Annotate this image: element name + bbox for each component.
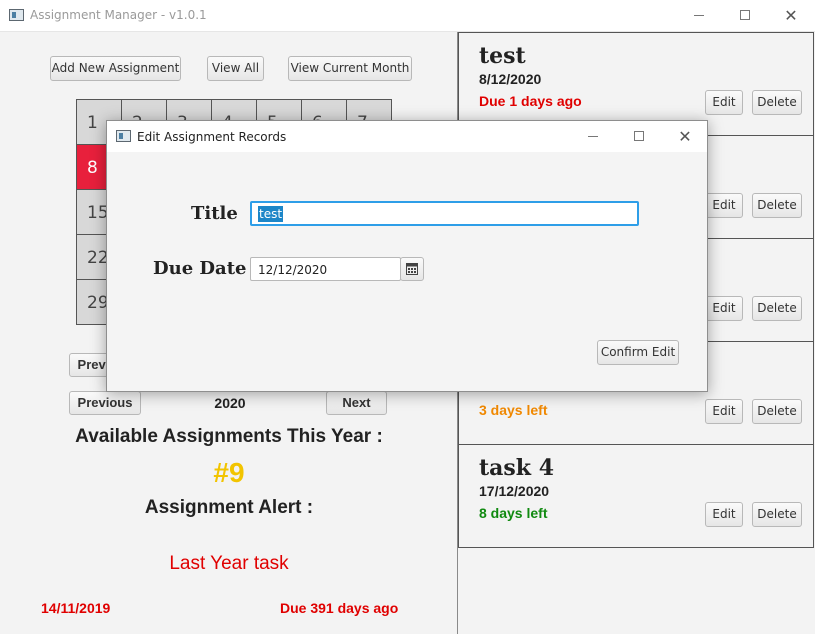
app-icon bbox=[9, 9, 24, 21]
assignment-count: #9 bbox=[213, 457, 245, 488]
view-current-month-button[interactable]: View Current Month bbox=[288, 56, 412, 81]
view-all-button[interactable]: View All bbox=[207, 56, 264, 81]
due-date-label: Due Date bbox=[153, 258, 247, 279]
add-assignment-button[interactable]: Add New Assignment bbox=[50, 56, 181, 81]
minimize-icon bbox=[588, 135, 598, 137]
title-input[interactable]: test bbox=[250, 201, 639, 226]
alert-title: Last Year task bbox=[169, 553, 289, 574]
window-title: Assignment Manager - v1.0.1 bbox=[30, 8, 207, 22]
alert-status: Due 391 days ago bbox=[280, 600, 399, 616]
delete-button[interactable]: Delete bbox=[752, 399, 802, 424]
year-label: 2020 bbox=[214, 395, 246, 411]
assignment-date: 17/12/2020 bbox=[479, 483, 550, 499]
dialog-titlebar: Edit Assignment Records ✕ bbox=[107, 121, 707, 152]
window-titlebar: Assignment Manager - v1.0.1 ✕ bbox=[0, 0, 815, 32]
delete-button[interactable]: Delete bbox=[752, 193, 802, 218]
edit-dialog: Edit Assignment Records ✕ Title test Due… bbox=[106, 120, 708, 392]
assignment-status: Due 1 days ago bbox=[479, 93, 582, 109]
title-label: Title bbox=[191, 203, 238, 224]
assignment-title: task 4 bbox=[479, 455, 555, 481]
minimize-button[interactable] bbox=[676, 0, 722, 32]
close-button[interactable]: ✕ bbox=[768, 0, 814, 32]
date-picker-button[interactable] bbox=[400, 257, 424, 281]
close-icon: ✕ bbox=[784, 6, 798, 25]
edit-button[interactable]: Edit bbox=[705, 399, 743, 424]
delete-button[interactable]: Delete bbox=[752, 296, 802, 321]
assignment-alert-label: Assignment Alert : bbox=[144, 497, 314, 518]
dialog-title: Edit Assignment Records bbox=[137, 130, 287, 144]
maximize-button[interactable] bbox=[722, 0, 768, 32]
close-icon: ✕ bbox=[678, 127, 692, 146]
edit-button[interactable]: Edit bbox=[705, 193, 743, 218]
calendar-icon bbox=[406, 263, 418, 275]
year-next-button[interactable]: Next bbox=[326, 391, 387, 415]
title-input-value: test bbox=[258, 206, 284, 222]
maximize-icon bbox=[740, 10, 750, 20]
delete-button[interactable]: Delete bbox=[752, 90, 802, 115]
delete-button[interactable]: Delete bbox=[752, 502, 802, 527]
available-assignments-label: Available Assignments This Year : bbox=[75, 426, 383, 447]
year-previous-button[interactable]: Previous bbox=[69, 391, 141, 415]
edit-button[interactable]: Edit bbox=[705, 296, 743, 321]
assignment-date: 8/12/2020 bbox=[479, 71, 542, 87]
alert-date: 14/11/2019 bbox=[41, 600, 111, 616]
dialog-maximize-button[interactable] bbox=[616, 121, 662, 152]
confirm-edit-button[interactable]: Confirm Edit bbox=[597, 340, 679, 365]
assignment-card: task 4 17/12/2020 8 days left Edit Delete bbox=[458, 444, 814, 548]
assignment-title: test bbox=[479, 43, 526, 69]
assignment-status: 3 days left bbox=[479, 402, 548, 418]
dialog-app-icon bbox=[116, 130, 131, 142]
due-date-input[interactable]: 12/12/2020 bbox=[250, 257, 401, 281]
edit-button[interactable]: Edit bbox=[705, 502, 743, 527]
dialog-minimize-button[interactable] bbox=[570, 121, 616, 152]
minimize-icon bbox=[694, 14, 704, 16]
edit-button[interactable]: Edit bbox=[705, 90, 743, 115]
maximize-icon bbox=[634, 131, 644, 141]
dialog-close-button[interactable]: ✕ bbox=[662, 121, 708, 152]
assignment-status: 8 days left bbox=[479, 505, 548, 521]
